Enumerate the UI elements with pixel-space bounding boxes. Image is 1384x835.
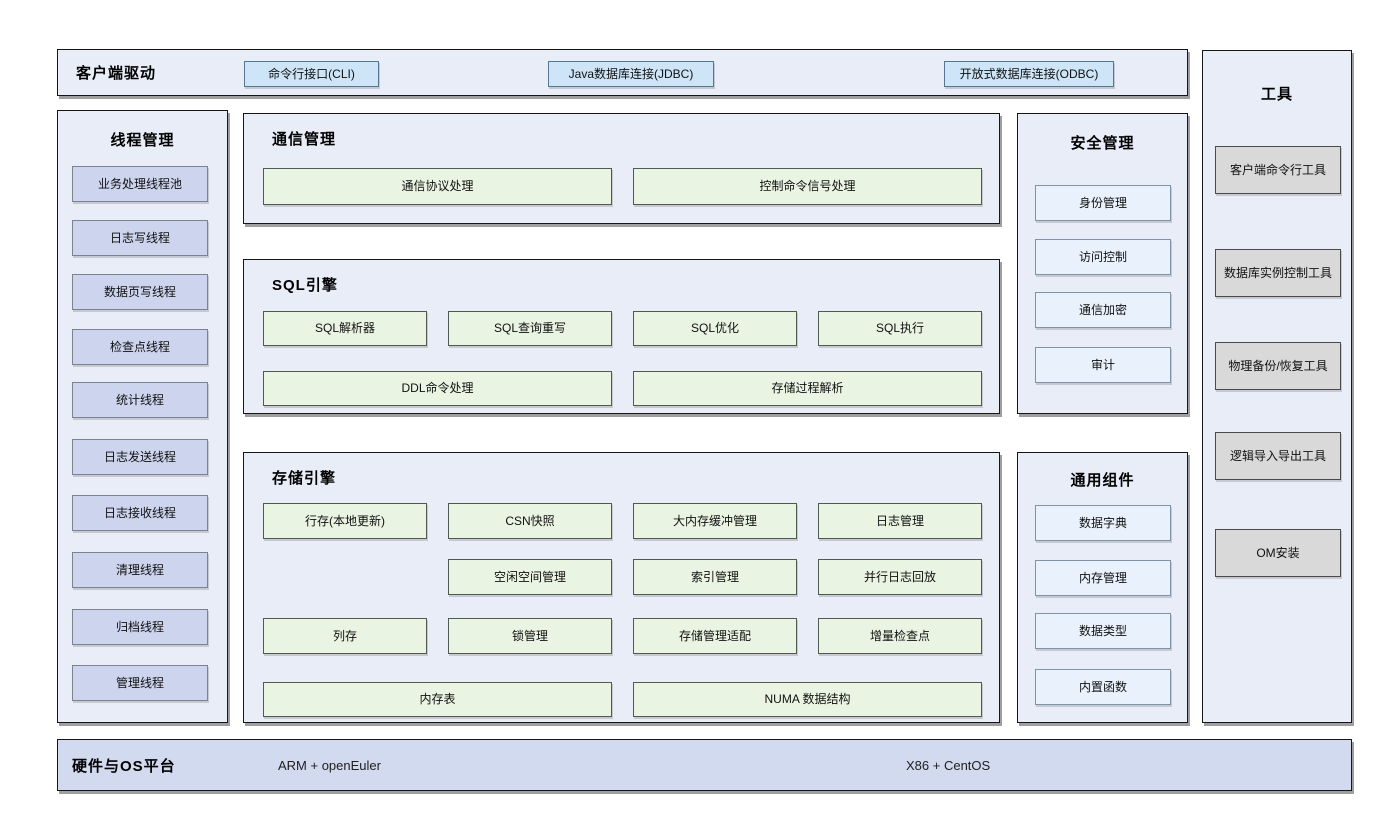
- node-parallel-redo: 并行日志回放: [818, 559, 982, 595]
- platform-arm-label: ARM + openEuler: [278, 757, 381, 773]
- node-ddl-processing: DDL命令处理: [263, 371, 612, 406]
- security-title: 安全管理: [1070, 135, 1135, 152]
- thread-mgmt-panel: 线程管理 业务处理线程池 日志写线程 数据页写线程 检查点线程 统计线程 日志发…: [57, 110, 228, 723]
- thread-mgmt-title: 线程管理: [110, 132, 175, 149]
- node-log-mgmt: 日志管理: [818, 503, 982, 539]
- node-csn-snapshot: CSN快照: [448, 503, 612, 539]
- node-import-export-tool: 逻辑导入导出工具: [1215, 432, 1341, 480]
- sql-engine-title: SQL引擎: [272, 277, 338, 294]
- node-protocol-processing: 通信协议处理: [263, 168, 612, 205]
- tools-panel: 工具 客户端命令行工具 数据库实例控制工具 物理备份/恢复工具 逻辑导入导出工具…: [1202, 50, 1352, 723]
- node-page-writer: 数据页写线程: [72, 274, 208, 310]
- node-builtin-functions: 内置函数: [1035, 669, 1171, 705]
- client-driver-bar: 客户端驱动 命令行接口(CLI) Java数据库连接(JDBC) 开放式数据库连…: [57, 49, 1188, 96]
- node-column-store: 列存: [263, 618, 427, 654]
- comm-mgmt-title: 通信管理: [272, 131, 337, 148]
- node-numa-structure: NUMA 数据结构: [633, 682, 982, 717]
- node-sql-optimizer: SQL优化: [633, 311, 797, 346]
- common-components-title: 通用组件: [1070, 472, 1135, 489]
- node-log-sender: 日志发送线程: [72, 439, 208, 475]
- node-free-space-mgmt: 空闲空间管理: [448, 559, 612, 595]
- node-sql-executor: SQL执行: [818, 311, 982, 346]
- security-panel: 安全管理 身份管理 访问控制 通信加密 审计: [1017, 113, 1188, 414]
- node-audit: 审计: [1035, 347, 1171, 383]
- node-lock-mgmt: 锁管理: [448, 618, 612, 654]
- node-checkpoint-thread: 检查点线程: [72, 329, 208, 365]
- node-vacuum-thread: 清理线程: [72, 552, 208, 588]
- node-instance-control-tool: 数据库实例控制工具: [1215, 249, 1341, 297]
- node-mgmt-thread: 管理线程: [72, 665, 208, 701]
- node-comm-encryption: 通信加密: [1035, 292, 1171, 328]
- node-control-signal-processing: 控制命令信号处理: [633, 168, 982, 205]
- storage-engine-title: 存储引擎: [272, 470, 337, 487]
- node-jdbc: Java数据库连接(JDBC): [548, 61, 714, 87]
- node-identity-mgmt: 身份管理: [1035, 185, 1171, 221]
- node-client-cli-tool: 客户端命令行工具: [1215, 146, 1341, 194]
- node-archive-thread: 归档线程: [72, 609, 208, 645]
- node-sql-rewrite: SQL查询重写: [448, 311, 612, 346]
- node-access-control: 访问控制: [1035, 239, 1171, 275]
- node-data-types: 数据类型: [1035, 613, 1171, 649]
- node-buffer-mgmt: 大内存缓冲管理: [633, 503, 797, 539]
- node-cli: 命令行接口(CLI): [244, 61, 379, 87]
- common-components-panel: 通用组件 数据字典 内存管理 数据类型 内置函数: [1017, 452, 1188, 723]
- node-row-store: 行存(本地更新): [263, 503, 427, 539]
- client-driver-title: 客户端驱动: [76, 65, 157, 82]
- node-thread-pool: 业务处理线程池: [72, 166, 208, 202]
- storage-engine-panel: 存储引擎 行存(本地更新) CSN快照 大内存缓冲管理 日志管理 空闲空间管理 …: [243, 452, 1000, 723]
- node-memory-mgmt: 内存管理: [1035, 560, 1171, 596]
- node-log-receiver: 日志接收线程: [72, 495, 208, 531]
- node-data-dictionary: 数据字典: [1035, 505, 1171, 541]
- node-om-install: OM安装: [1215, 529, 1341, 577]
- platform-title: 硬件与OS平台: [72, 757, 176, 775]
- node-stored-procedure-parsing: 存储过程解析: [633, 371, 982, 406]
- node-log-writer: 日志写线程: [72, 220, 208, 256]
- node-memory-table: 内存表: [263, 682, 612, 717]
- platform-bar: 硬件与OS平台 ARM + openEuler X86 + CentOS: [57, 739, 1352, 791]
- node-stats-thread: 统计线程: [72, 382, 208, 418]
- comm-mgmt-panel: 通信管理 通信协议处理 控制命令信号处理: [243, 113, 1000, 224]
- node-odbc: 开放式数据库连接(ODBC): [944, 61, 1114, 87]
- node-storage-adapter: 存储管理适配: [633, 618, 797, 654]
- tools-title: 工具: [1260, 86, 1293, 103]
- node-backup-restore-tool: 物理备份/恢复工具: [1215, 342, 1341, 390]
- node-sql-parser: SQL解析器: [263, 311, 427, 346]
- architecture-diagram: 客户端驱动 命令行接口(CLI) Java数据库连接(JDBC) 开放式数据库连…: [0, 0, 1384, 835]
- platform-x86-label: X86 + CentOS: [906, 757, 991, 773]
- node-incremental-checkpoint: 增量检查点: [818, 618, 982, 654]
- sql-engine-panel: SQL引擎 SQL解析器 SQL查询重写 SQL优化 SQL执行 DDL命令处理…: [243, 259, 1000, 414]
- node-index-mgmt: 索引管理: [633, 559, 797, 595]
